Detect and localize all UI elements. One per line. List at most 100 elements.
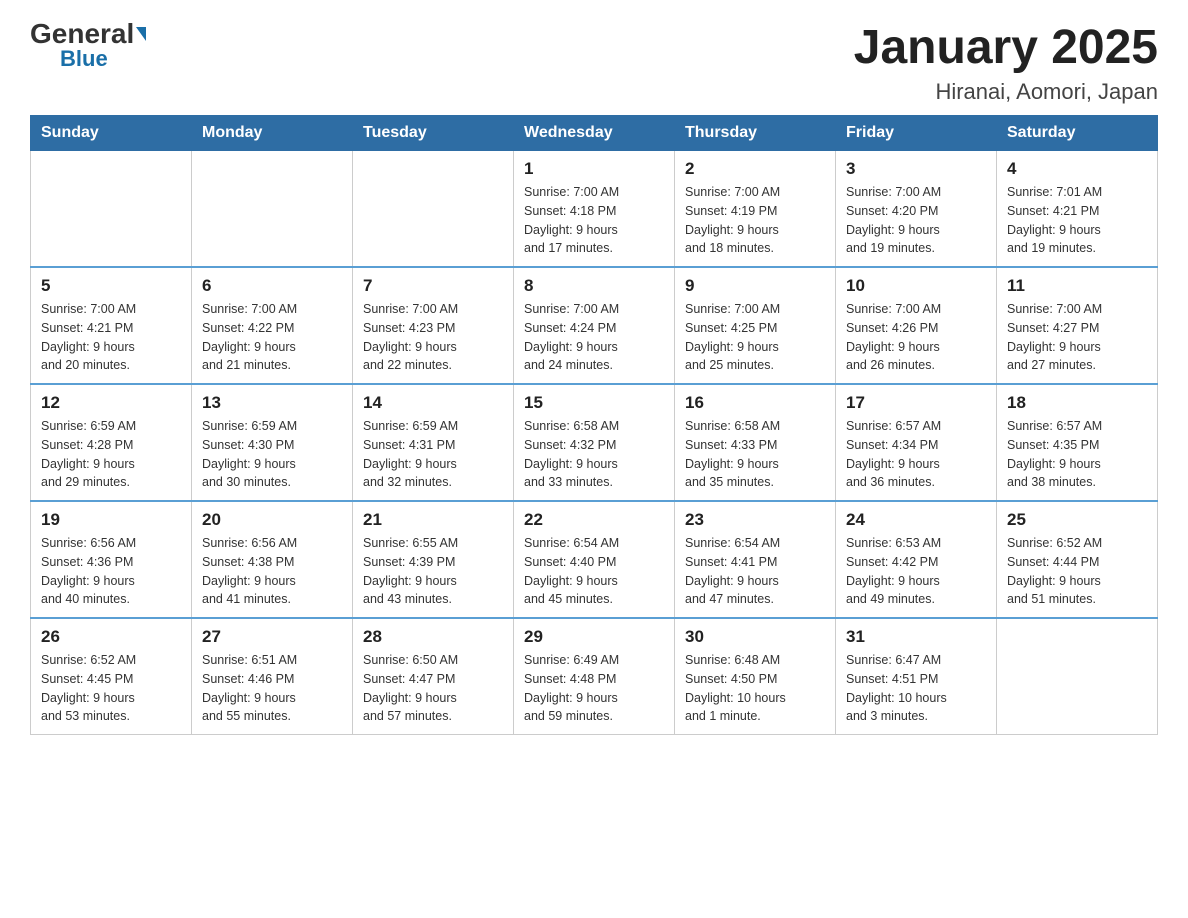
- day-number: 21: [363, 510, 503, 530]
- header-sunday: Sunday: [31, 116, 192, 151]
- day-info: Sunrise: 7:00 AM Sunset: 4:20 PM Dayligh…: [846, 183, 986, 258]
- day-number: 3: [846, 159, 986, 179]
- day-number: 4: [1007, 159, 1147, 179]
- day-info: Sunrise: 6:51 AM Sunset: 4:46 PM Dayligh…: [202, 651, 342, 726]
- day-info: Sunrise: 7:00 AM Sunset: 4:19 PM Dayligh…: [685, 183, 825, 258]
- week-row-0: 1Sunrise: 7:00 AM Sunset: 4:18 PM Daylig…: [31, 151, 1158, 268]
- calendar-cell: 15 Sunrise: 6:58 AM Sunset: 4:32 PM Dayli…: [514, 384, 675, 501]
- day-number: 26: [41, 627, 181, 647]
- day-info: Sunrise: 6:53 AM Sunset: 4:42 PM Dayligh…: [846, 534, 986, 609]
- calendar-cell: 30Sunrise: 6:48 AM Sunset: 4:50 PM Dayli…: [675, 618, 836, 735]
- day-number: 27: [202, 627, 342, 647]
- day-info: Sunrise: 7:01 AM Sunset: 4:21 PM Dayligh…: [1007, 183, 1147, 258]
- day-info: Sunrise: 6:47 AM Sunset: 4:51 PM Dayligh…: [846, 651, 986, 726]
- calendar-body: 1Sunrise: 7:00 AM Sunset: 4:18 PM Daylig…: [31, 151, 1158, 735]
- day-info: Sunrise: 7:00 AM Sunset: 4:26 PM Dayligh…: [846, 300, 986, 375]
- calendar-cell: 24 Sunrise: 6:53 AM Sunset: 4:42 PM Dayli…: [836, 501, 997, 618]
- day-number: 30: [685, 627, 825, 647]
- calendar-cell: 23 Sunrise: 6:54 AM Sunset: 4:41 PM Dayli…: [675, 501, 836, 618]
- calendar-cell: 5Sunrise: 7:00 AM Sunset: 4:21 PM Daylig…: [31, 267, 192, 384]
- day-number: 9: [685, 276, 825, 296]
- day-number: 2: [685, 159, 825, 179]
- calendar-table: SundayMondayTuesdayWednesdayThursdayFrid…: [30, 115, 1158, 735]
- calendar-cell: 13Sunrise: 6:59 AM Sunset: 4:30 PM Dayli…: [192, 384, 353, 501]
- day-info: Sunrise: 7:00 AM Sunset: 4:24 PM Dayligh…: [524, 300, 664, 375]
- header-row: SundayMondayTuesdayWednesdayThursdayFrid…: [31, 116, 1158, 151]
- day-number: 17: [846, 393, 986, 413]
- day-info: Sunrise: 6:58 AM Sunset: 4:33 PM Dayligh…: [685, 417, 825, 492]
- header-tuesday: Tuesday: [353, 116, 514, 151]
- day-number: 19: [41, 510, 181, 530]
- day-number: 11: [1007, 276, 1147, 296]
- calendar-cell: 20 Sunrise: 6:56 AM Sunset: 4:38 PM Dayli…: [192, 501, 353, 618]
- calendar-subtitle: Hiranai, Aomori, Japan: [854, 79, 1158, 105]
- logo: General Blue: [30, 20, 146, 70]
- day-number: 12: [41, 393, 181, 413]
- calendar-cell: 29Sunrise: 6:49 AM Sunset: 4:48 PM Dayli…: [514, 618, 675, 735]
- day-info: Sunrise: 6:58 AM Sunset: 4:32 PM Dayligh…: [524, 417, 664, 492]
- calendar-cell: 21 Sunrise: 6:55 AM Sunset: 4:39 PM Dayli…: [353, 501, 514, 618]
- calendar-header: SundayMondayTuesdayWednesdayThursdayFrid…: [31, 116, 1158, 151]
- calendar-title: January 2025: [854, 20, 1158, 75]
- calendar-cell: [997, 618, 1158, 735]
- calendar-cell: 31Sunrise: 6:47 AM Sunset: 4:51 PM Dayli…: [836, 618, 997, 735]
- calendar-cell: 22 Sunrise: 6:54 AM Sunset: 4:40 PM Dayli…: [514, 501, 675, 618]
- calendar-cell: 1Sunrise: 7:00 AM Sunset: 4:18 PM Daylig…: [514, 151, 675, 268]
- calendar-cell: 12 Sunrise: 6:59 AM Sunset: 4:28 PM Dayli…: [31, 384, 192, 501]
- day-number: 22: [524, 510, 664, 530]
- header-wednesday: Wednesday: [514, 116, 675, 151]
- calendar-cell: 3 Sunrise: 7:00 AM Sunset: 4:20 PM Daylig…: [836, 151, 997, 268]
- day-info: Sunrise: 6:55 AM Sunset: 4:39 PM Dayligh…: [363, 534, 503, 609]
- day-info: Sunrise: 6:59 AM Sunset: 4:28 PM Dayligh…: [41, 417, 181, 492]
- logo-general-text: General: [30, 20, 134, 48]
- calendar-cell: 27 Sunrise: 6:51 AM Sunset: 4:46 PM Dayli…: [192, 618, 353, 735]
- calendar-cell: 14Sunrise: 6:59 AM Sunset: 4:31 PM Dayli…: [353, 384, 514, 501]
- calendar-cell: 8Sunrise: 7:00 AM Sunset: 4:24 PM Daylig…: [514, 267, 675, 384]
- week-row-4: 26Sunrise: 6:52 AM Sunset: 4:45 PM Dayli…: [31, 618, 1158, 735]
- week-row-2: 12 Sunrise: 6:59 AM Sunset: 4:28 PM Dayli…: [31, 384, 1158, 501]
- calendar-cell: 18 Sunrise: 6:57 AM Sunset: 4:35 PM Dayli…: [997, 384, 1158, 501]
- title-section: January 2025 Hiranai, Aomori, Japan: [854, 20, 1158, 105]
- calendar-cell: 7 Sunrise: 7:00 AM Sunset: 4:23 PM Daylig…: [353, 267, 514, 384]
- calendar-cell: 26Sunrise: 6:52 AM Sunset: 4:45 PM Dayli…: [31, 618, 192, 735]
- day-number: 16: [685, 393, 825, 413]
- day-number: 24: [846, 510, 986, 530]
- calendar-cell: 17 Sunrise: 6:57 AM Sunset: 4:34 PM Dayli…: [836, 384, 997, 501]
- week-row-3: 19 Sunrise: 6:56 AM Sunset: 4:36 PM Dayli…: [31, 501, 1158, 618]
- day-number: 23: [685, 510, 825, 530]
- day-info: Sunrise: 6:52 AM Sunset: 4:44 PM Dayligh…: [1007, 534, 1147, 609]
- day-info: Sunrise: 7:00 AM Sunset: 4:18 PM Dayligh…: [524, 183, 664, 258]
- day-number: 6: [202, 276, 342, 296]
- day-info: Sunrise: 7:00 AM Sunset: 4:27 PM Dayligh…: [1007, 300, 1147, 375]
- day-number: 18: [1007, 393, 1147, 413]
- day-info: Sunrise: 7:00 AM Sunset: 4:25 PM Dayligh…: [685, 300, 825, 375]
- day-number: 15: [524, 393, 664, 413]
- calendar-cell: 10Sunrise: 7:00 AM Sunset: 4:26 PM Dayli…: [836, 267, 997, 384]
- calendar-cell: 25 Sunrise: 6:52 AM Sunset: 4:44 PM Dayli…: [997, 501, 1158, 618]
- day-info: Sunrise: 6:57 AM Sunset: 4:34 PM Dayligh…: [846, 417, 986, 492]
- day-info: Sunrise: 6:57 AM Sunset: 4:35 PM Dayligh…: [1007, 417, 1147, 492]
- calendar-cell: 9 Sunrise: 7:00 AM Sunset: 4:25 PM Daylig…: [675, 267, 836, 384]
- day-number: 14: [363, 393, 503, 413]
- calendar-cell: [192, 151, 353, 268]
- calendar-cell: 4 Sunrise: 7:01 AM Sunset: 4:21 PM Daylig…: [997, 151, 1158, 268]
- day-info: Sunrise: 7:00 AM Sunset: 4:23 PM Dayligh…: [363, 300, 503, 375]
- day-info: Sunrise: 6:56 AM Sunset: 4:36 PM Dayligh…: [41, 534, 181, 609]
- header-friday: Friday: [836, 116, 997, 151]
- day-number: 20: [202, 510, 342, 530]
- day-number: 7: [363, 276, 503, 296]
- day-info: Sunrise: 6:49 AM Sunset: 4:48 PM Dayligh…: [524, 651, 664, 726]
- logo-blue-text: Blue: [60, 48, 108, 70]
- logo-triangle-icon: [136, 27, 146, 41]
- calendar-cell: 16 Sunrise: 6:58 AM Sunset: 4:33 PM Dayli…: [675, 384, 836, 501]
- day-number: 28: [363, 627, 503, 647]
- calendar-cell: 11 Sunrise: 7:00 AM Sunset: 4:27 PM Dayli…: [997, 267, 1158, 384]
- day-info: Sunrise: 6:56 AM Sunset: 4:38 PM Dayligh…: [202, 534, 342, 609]
- day-info: Sunrise: 6:54 AM Sunset: 4:41 PM Dayligh…: [685, 534, 825, 609]
- calendar-cell: 6 Sunrise: 7:00 AM Sunset: 4:22 PM Daylig…: [192, 267, 353, 384]
- header-monday: Monday: [192, 116, 353, 151]
- day-info: Sunrise: 6:54 AM Sunset: 4:40 PM Dayligh…: [524, 534, 664, 609]
- day-number: 25: [1007, 510, 1147, 530]
- header-thursday: Thursday: [675, 116, 836, 151]
- day-info: Sunrise: 7:00 AM Sunset: 4:22 PM Dayligh…: [202, 300, 342, 375]
